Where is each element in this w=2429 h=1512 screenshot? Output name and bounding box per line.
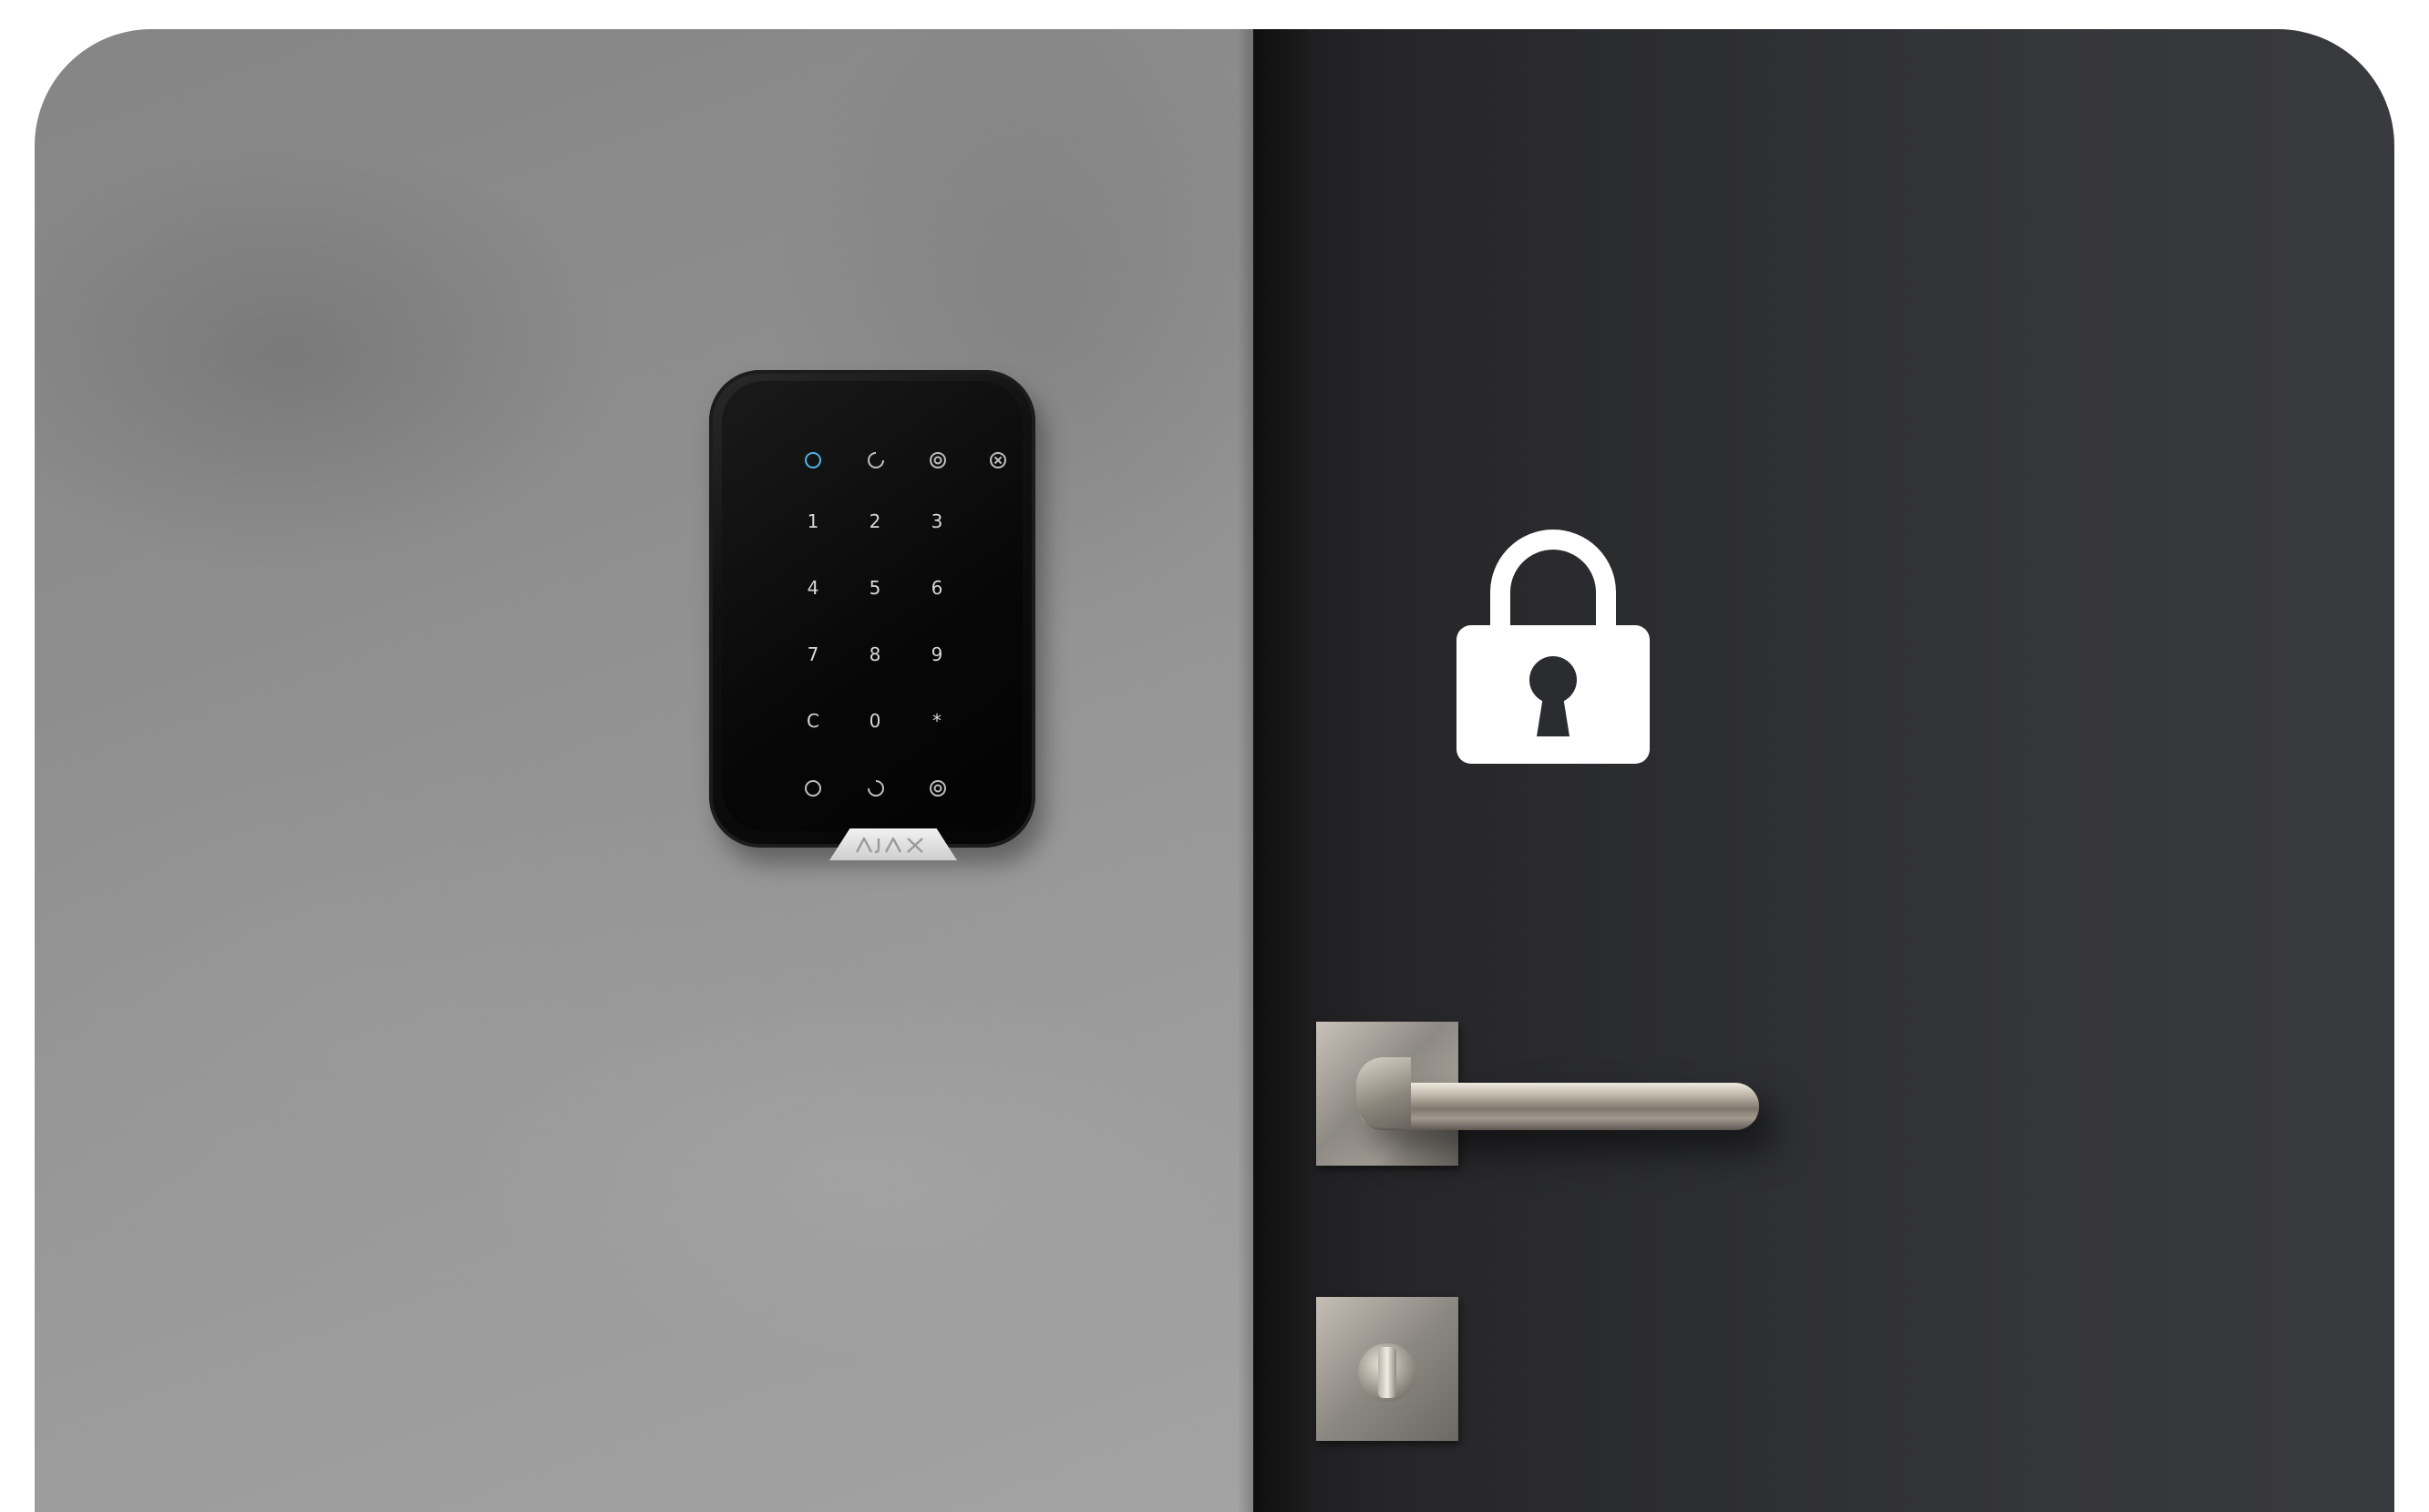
night-mode-icon <box>866 450 886 470</box>
key-4[interactable]: 4 <box>786 570 840 606</box>
concrete-wall <box>35 29 1253 1512</box>
key-1[interactable]: 1 <box>786 503 840 540</box>
key-8[interactable]: 8 <box>848 636 902 673</box>
key-3[interactable]: 3 <box>910 503 964 540</box>
lock-icon <box>1453 521 1653 767</box>
door-handle[interactable] <box>1358 1083 1759 1130</box>
key-2[interactable]: 2 <box>848 503 902 540</box>
ajax-wordmark-icon <box>855 837 923 854</box>
key-0[interactable]: 0 <box>848 703 902 739</box>
ajax-logo <box>829 828 957 860</box>
partial-arm-icon <box>928 450 948 470</box>
security-keypad: 1 2 3 4 5 6 7 8 9 C 0 * <box>709 370 1035 860</box>
night-icon[interactable] <box>866 778 886 798</box>
arm-icon <box>803 450 823 470</box>
key-star[interactable]: * <box>910 703 964 739</box>
key-7[interactable]: 7 <box>786 636 840 673</box>
target-icon[interactable] <box>928 778 948 798</box>
handle-neck <box>1356 1057 1411 1128</box>
keypad-face <box>722 381 1023 831</box>
thumb-turn-grip <box>1378 1347 1396 1398</box>
key-6[interactable]: 6 <box>910 570 964 606</box>
dark-door <box>1253 29 2394 1512</box>
key-clear[interactable]: C <box>786 703 840 739</box>
door-frame <box>1253 29 1308 1512</box>
photo-card <box>35 29 2394 1512</box>
key-9[interactable]: 9 <box>910 636 964 673</box>
ring-icon[interactable] <box>803 778 823 798</box>
key-5[interactable]: 5 <box>848 570 902 606</box>
disarm-icon <box>988 450 1008 470</box>
